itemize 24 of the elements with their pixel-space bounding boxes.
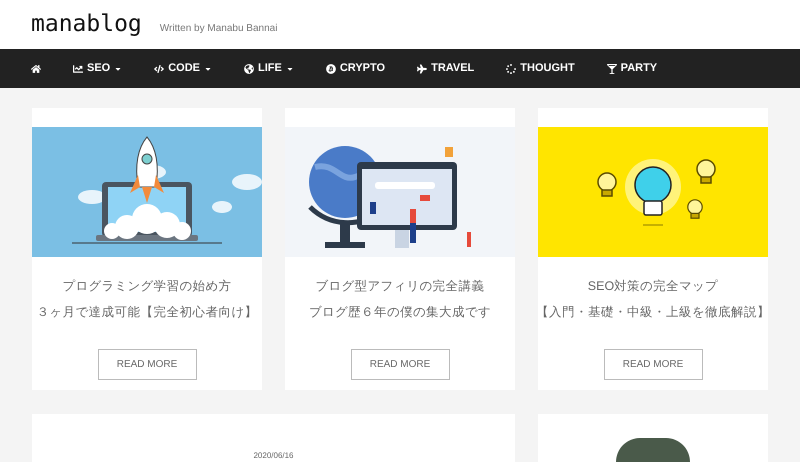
- site-logo[interactable]: manablog: [31, 13, 142, 36]
- article-title[interactable]: プログラミング学習の始め方 ３ヶ月で達成可能【完全初心者向け】: [36, 273, 258, 325]
- globe-icon: [244, 64, 254, 74]
- site-tagline: Written by Manabu Bannai: [160, 24, 278, 36]
- nav-link[interactable]: CRYPTO: [326, 60, 386, 77]
- nav-link[interactable]: THOUGHT: [506, 60, 575, 77]
- read-more-button[interactable]: READ MORE: [98, 349, 196, 380]
- bitcoin-icon: [326, 64, 336, 74]
- article-title[interactable]: SEO対策の完全マップ 【入門・基礎・中級・上級を徹底解説】: [536, 273, 770, 325]
- spinner-icon: [506, 64, 516, 74]
- read-more-button[interactable]: READ MORE: [350, 349, 450, 380]
- nav-link[interactable]: CODE: [154, 60, 212, 77]
- nav-link[interactable]: SEO: [73, 60, 122, 77]
- post-date: 2020/06/16: [253, 452, 294, 460]
- read-more-button[interactable]: READ MORE: [604, 349, 702, 380]
- nav-link[interactable]: PARTY: [606, 60, 658, 77]
- code-icon: [154, 64, 164, 74]
- home-icon[interactable]: [31, 64, 41, 74]
- plane-icon: [417, 64, 428, 74]
- nav-link[interactable]: TRAVEL: [417, 60, 474, 77]
- cocktail-glass-icon: [606, 64, 617, 74]
- chart-line-icon: [73, 64, 83, 74]
- nav-link[interactable]: LIFE: [244, 60, 294, 77]
- article-title[interactable]: ブログ型アフィリの完全講義 ブログ歴６年の僕の集大成です: [309, 273, 491, 325]
